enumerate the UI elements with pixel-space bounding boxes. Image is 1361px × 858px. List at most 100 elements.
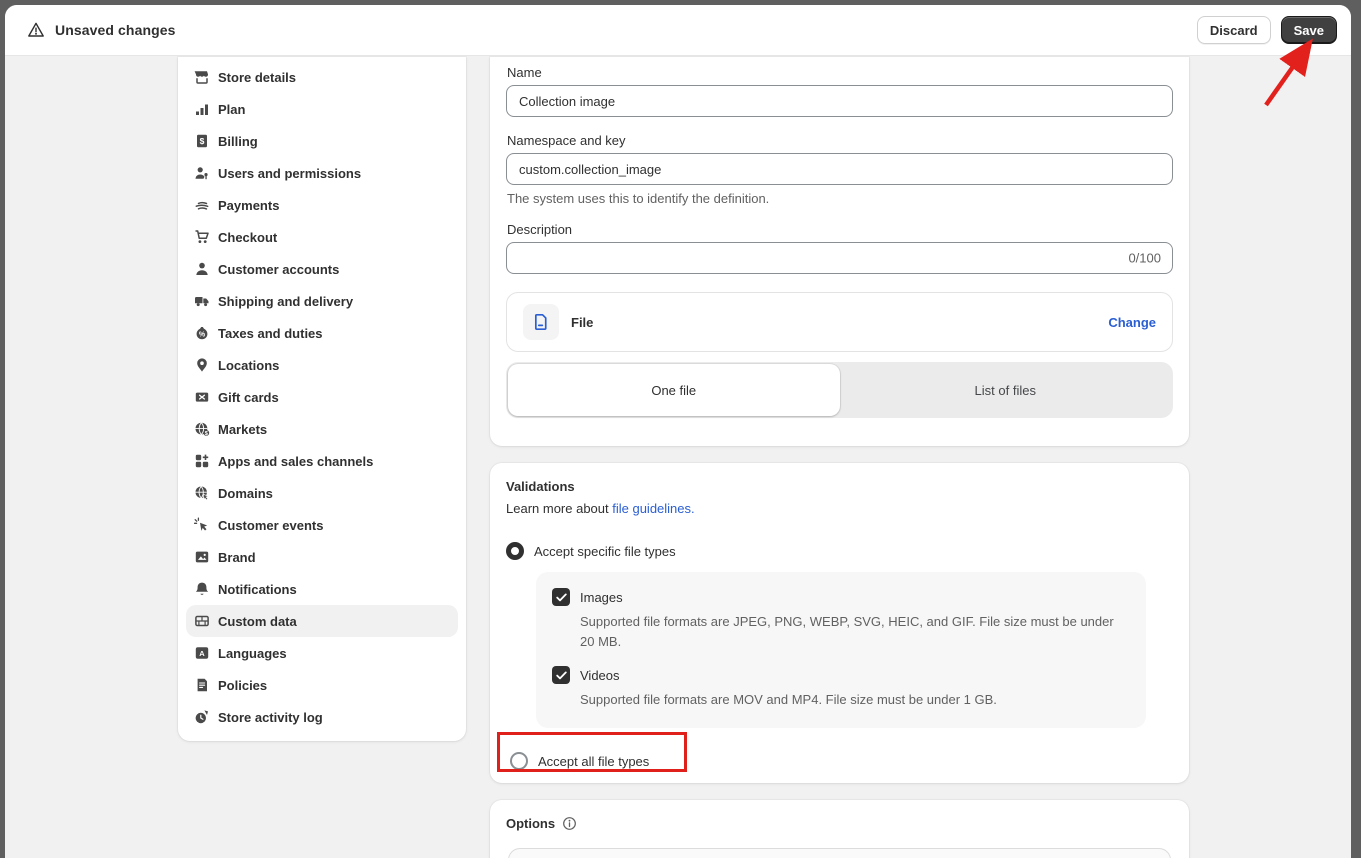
- sidebar-item-label: Plan: [218, 102, 245, 117]
- topbar-actions: Discard Save: [1197, 16, 1337, 44]
- info-icon[interactable]: [562, 816, 577, 831]
- file-guidelines-link[interactable]: file guidelines.: [612, 501, 694, 516]
- options-header: Options: [506, 816, 1173, 831]
- sidebar-item-domains[interactable]: Domains: [186, 477, 458, 509]
- content-type-label: File: [571, 315, 593, 330]
- sidebar-item-label: Billing: [218, 134, 258, 149]
- description-char-counter: 0/100: [1128, 251, 1161, 266]
- sidebar-item-users-permissions[interactable]: Users and permissions: [186, 157, 458, 189]
- sidebar-item-label: Gift cards: [218, 390, 279, 405]
- sidebar-item-shipping-delivery[interactable]: Shipping and delivery: [186, 285, 458, 317]
- unsaved-changes-bar: Unsaved changes Discard Save: [5, 5, 1351, 56]
- payments-icon: [194, 197, 210, 213]
- sidebar-item-label: Payments: [218, 198, 279, 213]
- images-checkbox[interactable]: [552, 588, 570, 606]
- sidebar-item-payments[interactable]: Payments: [186, 189, 458, 221]
- description-field-block: Description 0/100: [506, 222, 1173, 274]
- sidebar-item-markets[interactable]: $ Markets: [186, 413, 458, 445]
- file-cardinality-segmented-control: One file List of files: [506, 362, 1173, 418]
- sidebar-item-store-activity-log[interactable]: Store activity log: [186, 701, 458, 733]
- location-pin-icon: [194, 357, 210, 373]
- sidebar-item-label: Custom data: [218, 614, 297, 629]
- sidebar-item-label: Apps and sales channels: [218, 454, 373, 469]
- gift-card-icon: [194, 389, 210, 405]
- sidebar-item-label: Checkout: [218, 230, 277, 245]
- sidebar-item-label: Users and permissions: [218, 166, 361, 181]
- validations-learn-more: Learn more about file guidelines.: [506, 501, 1173, 516]
- accept-all-file-types-row: Accept all file types: [506, 752, 1173, 770]
- sidebar-item-label: Customer events: [218, 518, 323, 533]
- sidebar-item-label: Policies: [218, 678, 267, 693]
- name-input[interactable]: [506, 85, 1173, 117]
- custom-data-icon: [194, 613, 210, 629]
- sidebar-item-checkout[interactable]: Checkout: [186, 221, 458, 253]
- unsaved-changes-label: Unsaved changes: [55, 22, 176, 38]
- sidebar-item-taxes-duties[interactable]: % Taxes and duties: [186, 317, 458, 349]
- images-label: Images: [580, 590, 623, 605]
- sidebar-item-store-details[interactable]: Store details: [186, 61, 458, 93]
- svg-text:A: A: [199, 649, 205, 658]
- sidebar-item-brand[interactable]: Brand: [186, 541, 458, 573]
- svg-text:$: $: [200, 136, 205, 146]
- sidebar-item-notifications[interactable]: Notifications: [186, 573, 458, 605]
- options-card: Options: [490, 800, 1189, 858]
- accept-specific-radio[interactable]: [506, 542, 524, 560]
- warning-icon: [27, 21, 45, 39]
- change-type-link[interactable]: Change: [1108, 315, 1156, 330]
- accept-all-radio[interactable]: [510, 752, 528, 770]
- save-button[interactable]: Save: [1281, 16, 1337, 44]
- validations-card: Validations Learn more about file guidel…: [490, 463, 1189, 783]
- videos-checkbox[interactable]: [552, 666, 570, 684]
- namespace-label: Namespace and key: [507, 133, 1173, 148]
- validations-title: Validations: [506, 479, 1173, 494]
- sidebar-item-apps-sales-channels[interactable]: Apps and sales channels: [186, 445, 458, 477]
- sidebar-item-plan[interactable]: Plan: [186, 93, 458, 125]
- person-icon: [194, 261, 210, 277]
- one-file-segment[interactable]: One file: [508, 364, 840, 416]
- sidebar-item-billing[interactable]: $ Billing: [186, 125, 458, 157]
- sidebar-item-label: Languages: [218, 646, 287, 661]
- sidebar-item-label: Locations: [218, 358, 279, 373]
- plan-icon: [194, 101, 210, 117]
- file-type-thumb: [523, 304, 559, 340]
- check-icon: [556, 593, 567, 602]
- cursor-events-icon: [194, 517, 210, 533]
- sidebar-item-custom-data[interactable]: Custom data: [186, 605, 458, 637]
- sidebar-item-label: Store details: [218, 70, 296, 85]
- svg-text:$: $: [205, 431, 208, 437]
- videos-checkbox-row: Videos: [552, 666, 1130, 684]
- learn-more-text: Learn more about: [506, 501, 612, 516]
- sidebar-item-label: Taxes and duties: [218, 326, 323, 341]
- sidebar-item-label: Domains: [218, 486, 273, 501]
- description-input[interactable]: [506, 242, 1173, 274]
- sidebar-item-customer-events[interactable]: Customer events: [186, 509, 458, 541]
- truck-icon: [194, 293, 210, 309]
- namespace-field-block: Namespace and key The system uses this t…: [506, 133, 1173, 206]
- domains-globe-icon: [194, 485, 210, 501]
- activity-log-icon: [194, 709, 210, 725]
- sidebar-item-label: Shipping and delivery: [218, 294, 353, 309]
- languages-icon: A: [194, 645, 210, 661]
- cart-icon: [194, 229, 210, 245]
- content-type-row: File Change: [506, 292, 1173, 352]
- images-description: Supported file formats are JPEG, PNG, WE…: [580, 612, 1130, 652]
- sidebar-item-policies[interactable]: Policies: [186, 669, 458, 701]
- bell-icon: [194, 581, 210, 597]
- namespace-input[interactable]: [506, 153, 1173, 185]
- sidebar-item-gift-cards[interactable]: Gift cards: [186, 381, 458, 413]
- markets-globe-icon: $: [194, 421, 210, 437]
- discard-button[interactable]: Discard: [1197, 16, 1271, 44]
- description-label: Description: [507, 222, 1173, 237]
- name-field-block: Name: [506, 65, 1173, 117]
- brand-image-icon: [194, 549, 210, 565]
- options-title: Options: [506, 816, 555, 831]
- list-of-files-segment[interactable]: List of files: [840, 364, 1172, 416]
- sidebar-item-customer-accounts[interactable]: Customer accounts: [186, 253, 458, 285]
- sidebar-item-languages[interactable]: A Languages: [186, 637, 458, 669]
- accept-specific-file-types-row: Accept specific file types: [506, 542, 1173, 560]
- apps-grid-icon: [194, 453, 210, 469]
- sidebar-item-locations[interactable]: Locations: [186, 349, 458, 381]
- unsaved-changes-status: Unsaved changes: [27, 21, 176, 39]
- videos-description: Supported file formats are MOV and MP4. …: [580, 690, 1130, 710]
- check-icon: [556, 671, 567, 680]
